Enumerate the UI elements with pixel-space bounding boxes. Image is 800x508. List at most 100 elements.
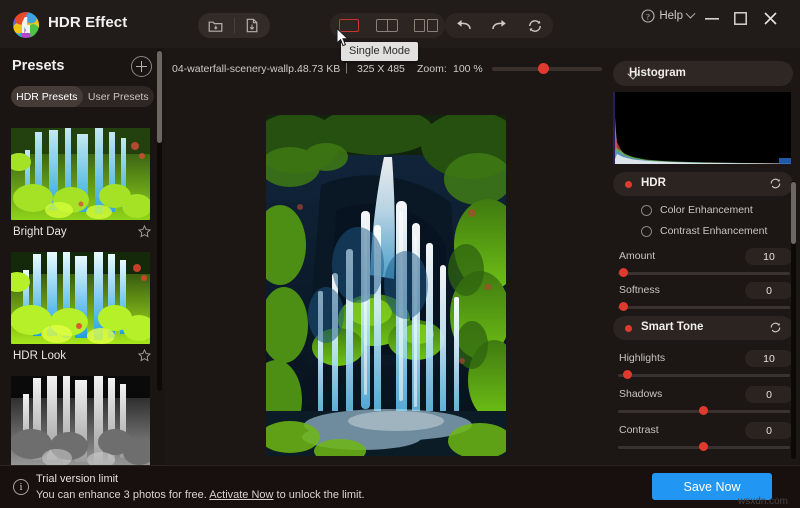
file-actions-group bbox=[198, 13, 270, 38]
redo-arrow-icon bbox=[491, 20, 506, 30]
preset-name: HDR Look bbox=[13, 349, 67, 362]
close-icon bbox=[763, 11, 777, 25]
preset-thumbnail bbox=[11, 128, 150, 220]
preset-thumb-bright bbox=[11, 128, 150, 220]
slider-label: Contrast bbox=[619, 424, 659, 436]
histogram-graph bbox=[613, 92, 791, 164]
info-separator: | bbox=[345, 62, 348, 74]
activate-now-link[interactable]: Activate Now bbox=[209, 489, 273, 501]
slider-value-box[interactable]: 0 bbox=[745, 282, 793, 299]
slider-value-box[interactable]: 10 bbox=[745, 350, 793, 367]
slider-knob[interactable] bbox=[619, 302, 628, 311]
slider-value: 10 bbox=[763, 352, 775, 365]
slider-knob[interactable] bbox=[619, 268, 628, 277]
slider-track[interactable] bbox=[618, 374, 790, 377]
slider-track[interactable] bbox=[618, 272, 790, 275]
slider-knob[interactable] bbox=[699, 406, 708, 415]
tab-hdr-presets[interactable]: HDR Presets bbox=[11, 86, 83, 107]
zoom-label: Zoom: bbox=[417, 63, 447, 75]
slider-label: Highlights bbox=[619, 352, 666, 364]
slider-value: 0 bbox=[766, 424, 772, 437]
image-canvas-area[interactable] bbox=[165, 90, 605, 465]
waterfall-photo bbox=[266, 115, 506, 456]
list-item[interactable]: Bright Day bbox=[11, 128, 152, 244]
radio-label: Contrast Enhancement bbox=[660, 225, 768, 237]
slider-value-box[interactable]: 0 bbox=[745, 386, 793, 403]
slider-track[interactable] bbox=[618, 306, 790, 309]
zoom-value: 100 % bbox=[453, 63, 483, 75]
trial-title: Trial version limit bbox=[36, 473, 119, 485]
histogram-display bbox=[613, 92, 791, 164]
preset-thumb-bw bbox=[11, 376, 150, 465]
maximize-button[interactable] bbox=[728, 8, 752, 28]
trial-message: You can enhance 3 photos for free. Activ… bbox=[36, 489, 365, 501]
slider-value: 0 bbox=[766, 388, 772, 401]
open-folder-button[interactable] bbox=[198, 13, 234, 38]
info-circle-icon: i bbox=[13, 479, 29, 495]
preset-list: Bright Day HDR Look bbox=[0, 120, 165, 465]
help-label: Help bbox=[659, 10, 683, 22]
preset-thumbnail bbox=[11, 376, 150, 465]
radio-circle-icon bbox=[641, 225, 652, 237]
star-outline-icon[interactable] bbox=[138, 225, 151, 238]
adjustments-panel: Histogram HDR Color Enhancement Contrast… bbox=[605, 48, 800, 465]
save-file-button[interactable] bbox=[235, 13, 271, 38]
presets-header: Presets bbox=[0, 48, 165, 86]
side-by-side-mode-button[interactable] bbox=[413, 18, 439, 34]
slider-label: Amount bbox=[619, 250, 656, 262]
slider-label: Softness bbox=[619, 284, 660, 296]
redo-button[interactable] bbox=[486, 17, 512, 35]
reset-button[interactable] bbox=[522, 17, 548, 35]
radio-contrast-enhancement[interactable]: Contrast Enhancement bbox=[641, 225, 767, 237]
split-mode-button[interactable] bbox=[374, 18, 400, 34]
help-question-icon: ? bbox=[641, 9, 655, 23]
hdr-effect-window: HDR Effect ? Help Single Mode Presets HD… bbox=[0, 0, 800, 508]
hdr-active-dot bbox=[625, 181, 632, 188]
minimize-icon bbox=[705, 17, 719, 20]
trial-text-after: to unlock the limit. bbox=[273, 489, 365, 501]
adjustments-scrollbar-thumb[interactable] bbox=[791, 182, 796, 244]
add-preset-button[interactable] bbox=[131, 56, 152, 77]
history-group bbox=[445, 13, 553, 38]
app-logo-icon bbox=[13, 12, 39, 38]
preset-caption-row: HDR Look bbox=[11, 344, 152, 368]
file-size: 48.73 KB bbox=[297, 63, 341, 75]
preset-thumb-hdr bbox=[11, 252, 150, 344]
hdr-section-header[interactable]: HDR bbox=[613, 172, 793, 196]
list-item[interactable]: HDR Look bbox=[11, 252, 152, 368]
svg-text:?: ? bbox=[646, 11, 650, 21]
star-outline-icon[interactable] bbox=[138, 349, 151, 362]
hdr-reset-icon[interactable] bbox=[769, 177, 782, 190]
mouse-cursor-icon bbox=[336, 28, 349, 47]
presets-scrollbar-thumb[interactable] bbox=[157, 51, 162, 143]
split-view-icon bbox=[376, 19, 399, 32]
radio-color-enhancement[interactable]: Color Enhancement bbox=[641, 204, 753, 216]
presets-title: Presets bbox=[12, 58, 65, 74]
smart-tone-section-header[interactable]: Smart Tone bbox=[613, 316, 793, 340]
slider-value: 10 bbox=[763, 250, 775, 263]
bottom-bar: i Trial version limit You can enhance 3 … bbox=[0, 465, 800, 508]
file-name: 04-waterfall-scenery-wallp... bbox=[172, 63, 303, 75]
smart-tone-reset-icon[interactable] bbox=[769, 321, 782, 334]
slider-value: 0 bbox=[766, 284, 772, 297]
smart-tone-active-dot bbox=[625, 325, 632, 332]
close-button[interactable] bbox=[758, 8, 782, 28]
slider-value-box[interactable]: 10 bbox=[745, 248, 793, 265]
presets-panel: Presets HDR Presets User Presets Bright … bbox=[0, 48, 165, 465]
tab-user-presets[interactable]: User Presets bbox=[83, 86, 155, 107]
app-title: HDR Effect bbox=[48, 14, 128, 31]
preset-tabs: HDR Presets User Presets bbox=[11, 86, 154, 107]
open-folder-icon bbox=[208, 21, 223, 32]
trial-text-before: You can enhance 3 photos for free. bbox=[36, 489, 210, 501]
minimize-button[interactable] bbox=[700, 8, 724, 28]
list-item[interactable]: Basic B&W bbox=[11, 376, 152, 465]
zoom-slider-knob[interactable] bbox=[538, 63, 549, 74]
chevron-down-icon bbox=[685, 8, 696, 19]
help-button[interactable]: ? Help bbox=[641, 8, 696, 23]
slider-knob[interactable] bbox=[623, 370, 632, 379]
slider-value-box[interactable]: 0 bbox=[745, 422, 793, 439]
histogram-dropdown[interactable]: Histogram bbox=[613, 61, 793, 86]
slider-knob[interactable] bbox=[699, 442, 708, 451]
undo-button[interactable] bbox=[450, 17, 476, 35]
radio-label: Color Enhancement bbox=[660, 204, 753, 216]
